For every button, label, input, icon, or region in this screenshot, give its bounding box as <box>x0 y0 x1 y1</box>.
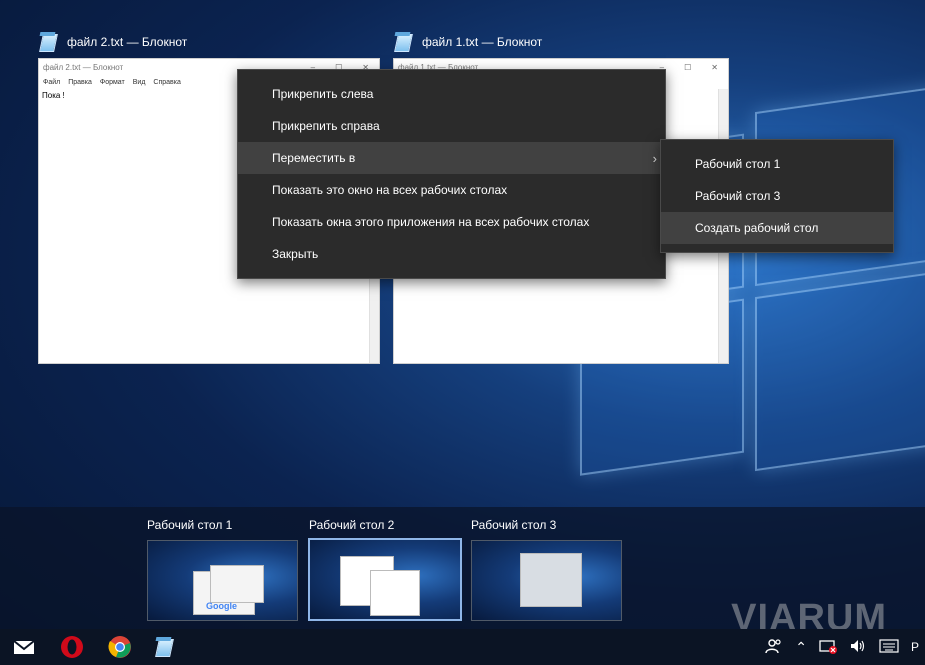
move-to-submenu: Рабочий стол 1 Рабочий стол 3 Создать ра… <box>660 139 894 253</box>
desktop-1-thumbnail[interactable]: Google <box>147 540 298 621</box>
mini-window <box>370 570 420 616</box>
menu-item-label: Переместить в <box>272 151 356 165</box>
menu-item-show-window-all-desktops[interactable]: Показать это окно на всех рабочих столах <box>238 174 665 206</box>
desktop-2-label: Рабочий стол 2 <box>309 518 395 532</box>
close-icon: ✕ <box>711 62 718 72</box>
input-language-indicator[interactable]: Р <box>911 640 919 654</box>
menu-item-label: Рабочий стол 1 <box>695 157 781 171</box>
menu-item-label: Прикрепить слева <box>272 87 374 101</box>
notepad-icon <box>393 32 413 52</box>
submenu-item-desktop-1[interactable]: Рабочий стол 1 <box>661 148 893 180</box>
submenu-item-desktop-3[interactable]: Рабочий стол 3 <box>661 180 893 212</box>
menu-help: Справка <box>153 78 181 86</box>
menu-item-label: Показать это окно на всех рабочих столах <box>272 183 508 197</box>
menu-item-label: Рабочий стол 3 <box>695 189 781 203</box>
menu-item-label: Создать рабочий стол <box>695 221 819 235</box>
window-caption-text: файл 1.txt — Блокнот <box>422 35 543 49</box>
thumb-title: файл 2.txt — Блокнот <box>43 62 124 72</box>
submenu-item-new-desktop[interactable]: Создать рабочий стол <box>661 212 893 244</box>
desktop-1-label: Рабочий стол 1 <box>147 518 233 532</box>
menu-format: Формат <box>99 78 125 86</box>
mini-window <box>210 565 264 603</box>
menu-view: Вид <box>132 78 146 86</box>
mini-window <box>520 553 582 607</box>
notepad-icon <box>38 32 58 52</box>
desktop-3-label: Рабочий стол 3 <box>471 518 557 532</box>
chrome-icon[interactable] <box>96 629 144 665</box>
system-tray: ⌃ Р <box>765 629 925 665</box>
chevron-up-icon[interactable]: ⌃ <box>795 639 807 656</box>
maximize-icon: ☐ <box>684 62 692 72</box>
mail-icon[interactable] <box>0 629 48 665</box>
menu-item-show-app-all-desktops[interactable]: Показать окна этого приложения на всех р… <box>238 206 665 238</box>
menu-item-snap-left[interactable]: Прикрепить слева <box>238 78 665 110</box>
window-caption-file1[interactable]: файл 1.txt — Блокнот <box>393 30 542 54</box>
menu-item-move-to[interactable]: Переместить в › <box>238 142 665 174</box>
chevron-right-icon: › <box>652 151 657 166</box>
desktop-2-thumbnail[interactable] <box>308 538 462 621</box>
menu-item-label: Прикрепить справа <box>272 119 380 133</box>
keyboard-icon[interactable] <box>879 638 899 656</box>
notepad-icon[interactable] <box>144 629 192 665</box>
menu-file: Файл <box>43 78 61 86</box>
desktop-3-thumbnail[interactable] <box>471 540 622 621</box>
network-icon[interactable] <box>819 638 837 657</box>
window-context-menu: Прикрепить слева Прикрепить справа Перем… <box>237 69 666 279</box>
volume-icon[interactable] <box>849 638 867 657</box>
google-logo: Google <box>206 601 237 611</box>
opera-icon[interactable] <box>48 629 96 665</box>
window-caption-file2[interactable]: файл 2.txt — Блокнот <box>38 30 187 54</box>
taskbar: ⌃ Р <box>0 629 925 665</box>
menu-edit: Правка <box>68 78 92 86</box>
menu-item-snap-right[interactable]: Прикрепить справа <box>238 110 665 142</box>
menu-item-label: Закрыть <box>272 247 319 261</box>
menu-item-label: Показать окна этого приложения на всех р… <box>272 215 590 229</box>
notepad-icon <box>154 637 174 657</box>
window-caption-text: файл 2.txt — Блокнот <box>67 35 188 49</box>
people-icon[interactable] <box>765 638 783 657</box>
menu-item-close[interactable]: Закрыть <box>238 238 665 270</box>
